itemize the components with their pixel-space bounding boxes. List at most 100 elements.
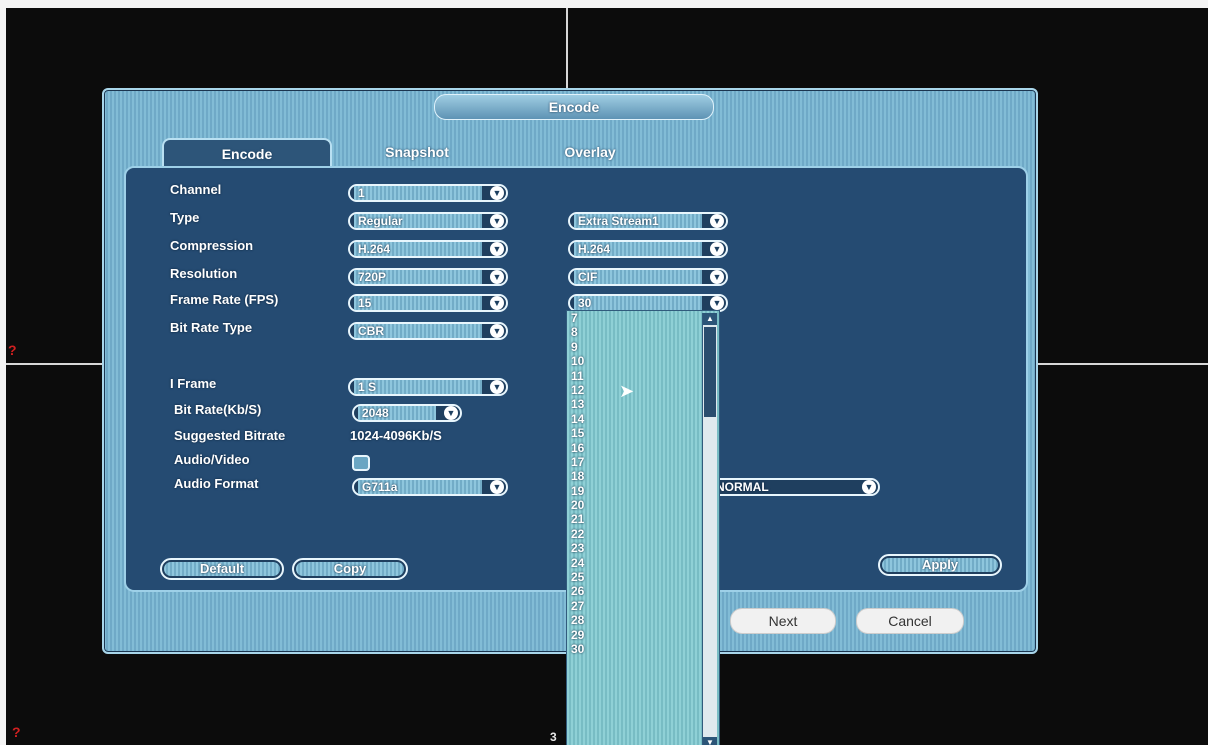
fps-option[interactable]: 17	[569, 455, 699, 469]
channel-alert-icon: ?	[12, 724, 21, 740]
type-value: Regular	[354, 214, 482, 228]
audio-format-value: G711a	[358, 480, 482, 494]
fps-option[interactable]: 7	[569, 311, 699, 325]
copy-button[interactable]: Copy	[292, 558, 408, 580]
bit-rate-type-label: Bit Rate Type	[170, 320, 253, 335]
bit-rate-value: 2048	[358, 406, 436, 420]
extra-resolution-value: CIF	[574, 270, 702, 284]
channel-label: Channel	[170, 182, 222, 197]
extra-stream-select[interactable]: Extra Stream1 ▼	[568, 212, 728, 230]
tab-snapshot[interactable]: Snapshot	[362, 138, 472, 166]
bit-rate-type-value: CBR	[354, 324, 482, 338]
audio-volume-value: NORMAL	[716, 480, 769, 494]
fps-option[interactable]: 15	[569, 426, 699, 440]
mouse-cursor-icon: ➤	[619, 381, 635, 401]
grid-divider-left	[6, 363, 102, 365]
compression-select[interactable]: H.264 ▼	[348, 240, 508, 258]
fps-option[interactable]: 27	[569, 599, 699, 613]
chevron-down-icon: ▼	[490, 480, 504, 494]
audio-format-select[interactable]: G711a ▼	[352, 478, 508, 496]
chevron-down-icon: ▼	[490, 296, 504, 310]
fps-option[interactable]: 14	[569, 412, 699, 426]
fps-option[interactable]: 18	[569, 469, 699, 483]
chevron-down-icon: ▼	[862, 480, 876, 494]
compression-label: Compression	[170, 238, 254, 253]
resolution-value: 720P	[354, 270, 482, 284]
extra-compression-value: H.264	[574, 242, 702, 256]
chevron-down-icon: ▼	[490, 380, 504, 394]
scroll-up-icon[interactable]: ▲	[703, 313, 717, 325]
channel-value: 1	[354, 186, 482, 200]
dialog-title: Encode	[434, 94, 714, 120]
audio-volume-select[interactable]: NORMAL ▼	[706, 478, 880, 496]
bit-rate-type-select[interactable]: CBR ▼	[348, 322, 508, 340]
next-button[interactable]: Next	[730, 608, 836, 634]
fps-option[interactable]: 24	[569, 556, 699, 570]
default-button-label: Default	[164, 562, 280, 576]
suggested-bitrate-label: Suggested Bitrate	[174, 428, 286, 443]
monitor-screen: ? ? 3 Encode Encode Snapshot Overlay Cha…	[6, 8, 1208, 745]
i-frame-label: I Frame	[170, 376, 217, 391]
fps-option[interactable]: 20	[569, 498, 699, 512]
fps-dropdown-scrollbar[interactable]: ▲ ▼	[702, 313, 717, 745]
bit-rate-select[interactable]: 2048 ▼	[352, 404, 462, 422]
apply-button[interactable]: Apply	[878, 554, 1002, 576]
chevron-down-icon: ▼	[490, 186, 504, 200]
audio-format-label: Audio Format	[174, 476, 259, 491]
copy-button-label: Copy	[296, 562, 404, 576]
resolution-label: Resolution	[170, 266, 238, 281]
type-label: Type	[170, 210, 200, 225]
fps-option[interactable]: 25	[569, 570, 699, 584]
extra-stream-value: Extra Stream1	[574, 214, 702, 228]
bit-rate-label: Bit Rate(Kb/S)	[174, 402, 262, 417]
channel-alert-icon: ?	[8, 342, 17, 358]
audio-video-checkbox[interactable]	[352, 455, 370, 471]
chevron-down-icon: ▼	[490, 270, 504, 284]
fps-dropdown-list[interactable]: 7 8 9 10 11 12 13 14 15 16 17 18 19 20 21 22 23 24 25 26 27 2…	[566, 310, 720, 745]
fps-option[interactable]: 23	[569, 541, 699, 555]
extra-frame-rate-value: 30	[574, 296, 702, 310]
frame-rate-select[interactable]: 15 ▼	[348, 294, 508, 312]
scroll-down-icon[interactable]: ▼	[703, 737, 717, 745]
chevron-down-icon: ▼	[490, 324, 504, 338]
scroll-thumb[interactable]	[704, 327, 716, 417]
fps-option[interactable]: 21	[569, 512, 699, 526]
fps-option[interactable]: 10	[569, 354, 699, 368]
chevron-down-icon: ▼	[490, 214, 504, 228]
resolution-select[interactable]: 720P ▼	[348, 268, 508, 286]
i-frame-select[interactable]: 1 S ▼	[348, 378, 508, 396]
fps-option[interactable]: 19	[569, 484, 699, 498]
extra-compression-select[interactable]: H.264 ▼	[568, 240, 728, 258]
fps-options: 7 8 9 10 11 12 13 14 15 16 17 18 19 20 21 22 23 24 25 26 27 2…	[569, 311, 699, 656]
chevron-down-icon: ▼	[710, 214, 724, 228]
tab-overlay[interactable]: Overlay	[544, 138, 636, 166]
grid-divider-right	[1028, 363, 1208, 365]
fps-option[interactable]: 8	[569, 325, 699, 339]
channel-number: 3	[550, 730, 557, 744]
fps-option[interactable]: 16	[569, 441, 699, 455]
chevron-down-icon: ▼	[710, 270, 724, 284]
audio-video-label: Audio/Video	[174, 452, 250, 467]
apply-button-label: Apply	[882, 558, 998, 572]
fps-option[interactable]: 30	[569, 642, 699, 656]
fps-option[interactable]: 29	[569, 628, 699, 642]
suggested-bitrate-value: 1024-4096Kb/S	[350, 428, 442, 443]
tab-encode[interactable]: Encode	[162, 138, 332, 168]
channel-select[interactable]: 1 ▼	[348, 184, 508, 202]
chevron-down-icon: ▼	[710, 242, 724, 256]
compression-value: H.264	[354, 242, 482, 256]
frame-rate-label: Frame Rate (FPS)	[170, 292, 279, 307]
fps-option[interactable]: 26	[569, 584, 699, 598]
chevron-down-icon: ▼	[444, 406, 458, 420]
cancel-button[interactable]: Cancel	[856, 608, 964, 634]
chevron-down-icon: ▼	[490, 242, 504, 256]
extra-resolution-select[interactable]: CIF ▼	[568, 268, 728, 286]
type-select[interactable]: Regular ▼	[348, 212, 508, 230]
default-button[interactable]: Default	[160, 558, 284, 580]
frame-rate-value: 15	[354, 296, 482, 310]
fps-option[interactable]: 22	[569, 527, 699, 541]
fps-option[interactable]: 9	[569, 340, 699, 354]
i-frame-value: 1 S	[354, 380, 482, 394]
chevron-down-icon: ▼	[710, 296, 724, 310]
fps-option[interactable]: 28	[569, 613, 699, 627]
